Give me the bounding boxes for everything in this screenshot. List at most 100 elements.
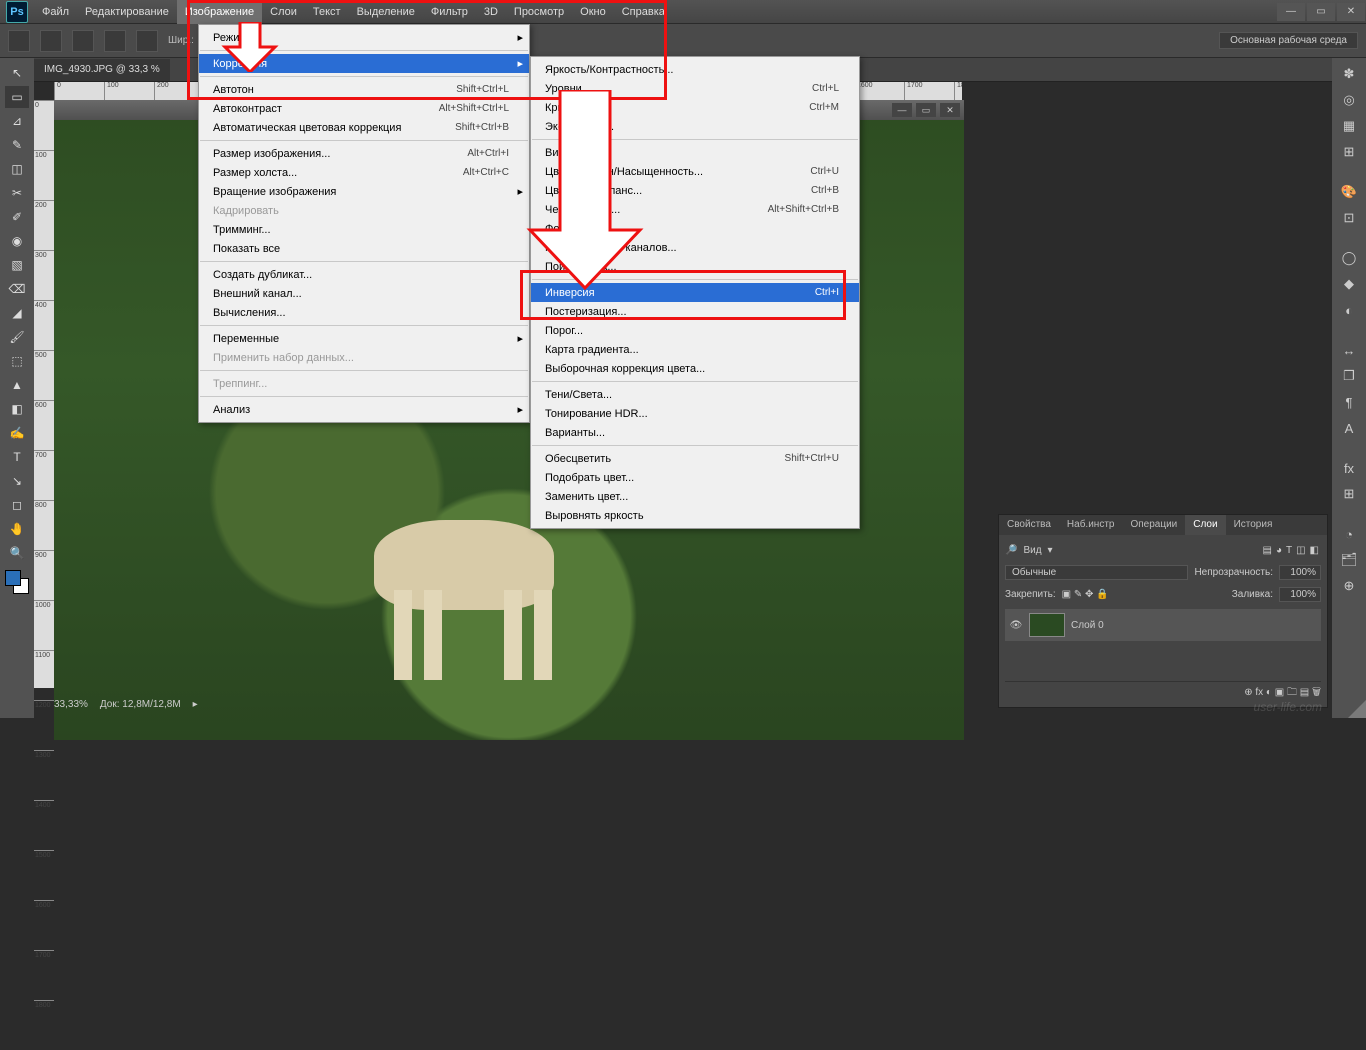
menu-item[interactable]: Цветовой тон/Насыщенность...Ctrl+U [531, 162, 859, 181]
opacity-input[interactable]: 100% [1279, 565, 1321, 580]
menu-выделение[interactable]: Выделение [349, 0, 423, 24]
workspace-switcher[interactable]: Основная рабочая среда [1219, 32, 1358, 49]
filter-icon[interactable]: ▤ [1262, 545, 1271, 556]
opt-icon[interactable] [40, 30, 62, 52]
layer-row[interactable]: 👁 Слой 0 [1005, 609, 1321, 641]
panel-icon[interactable]: ✽ [1339, 64, 1359, 84]
panel-icon[interactable]: ▦ [1339, 116, 1359, 136]
menu-item[interactable]: Тримминг... [199, 220, 529, 239]
doc-close-button[interactable]: ✕ [940, 103, 960, 117]
opt-icon[interactable] [72, 30, 94, 52]
minimize-button[interactable]: — [1277, 3, 1305, 21]
menu-item[interactable]: Кривые...Ctrl+M [531, 98, 859, 117]
menu-item[interactable]: Цветовой баланс...Ctrl+B [531, 181, 859, 200]
menu-item[interactable]: Вращение изображения▸ [199, 182, 529, 201]
menu-файл[interactable]: Файл [34, 0, 77, 24]
menu-item[interactable]: Вибрация... [531, 143, 859, 162]
menu-слои[interactable]: Слои [262, 0, 305, 24]
menu-item[interactable]: Выровнять яркость [531, 506, 859, 525]
menu-item[interactable]: Показать все [199, 239, 529, 258]
menu-item[interactable]: Черно-белое...Alt+Shift+Ctrl+B [531, 200, 859, 219]
tool-button[interactable]: ✂ [5, 182, 29, 204]
menu-item[interactable]: Порог... [531, 321, 859, 340]
menu-item[interactable]: ОбесцветитьShift+Ctrl+U [531, 449, 859, 468]
panel-tab[interactable]: История [1226, 515, 1281, 535]
panel-icon[interactable]: ❐ [1339, 366, 1359, 386]
panel-icon[interactable]: ⊞ [1339, 484, 1359, 504]
panel-icon[interactable]: ⊕ [1339, 576, 1359, 596]
maximize-button[interactable]: ▭ [1307, 3, 1335, 21]
menu-item[interactable]: Уровни...Ctrl+L [531, 79, 859, 98]
color-swatch[interactable] [5, 570, 29, 594]
menu-item[interactable]: Тени/Света... [531, 385, 859, 404]
panel-tab[interactable]: Слои [1185, 515, 1225, 535]
doc-minimize-button[interactable]: — [892, 103, 912, 117]
menu-item[interactable]: Размер изображения...Alt+Ctrl+I [199, 144, 529, 163]
menu-изображение[interactable]: Изображение [177, 0, 262, 24]
blend-mode-select[interactable]: Обычные [1005, 565, 1188, 580]
menu-3d[interactable]: 3D [476, 0, 506, 24]
tool-button[interactable]: 🔍 [5, 542, 29, 564]
zoom-level[interactable]: 33,33% [54, 699, 88, 710]
panel-icon[interactable]: fx [1339, 458, 1359, 478]
panel-icon[interactable]: ⊡ [1339, 208, 1359, 228]
panel-icon[interactable]: 🎨 [1339, 182, 1359, 202]
tool-button[interactable]: ◻ [5, 494, 29, 516]
menu-item[interactable]: Переменные▸ [199, 329, 529, 348]
tool-button[interactable]: ◧ [5, 398, 29, 420]
kind-filter[interactable]: Вид [1023, 545, 1041, 556]
layer-thumbnail[interactable] [1029, 613, 1065, 637]
tool-button[interactable]: ↖ [5, 62, 29, 84]
tool-button[interactable]: ▲ [5, 374, 29, 396]
menu-item[interactable]: Размер холста...Alt+Ctrl+C [199, 163, 529, 182]
menu-item[interactable]: Подобрать цвет... [531, 468, 859, 487]
menu-item[interactable]: Фотофильтр... [531, 219, 859, 238]
menu-item[interactable]: Режим▸ [199, 28, 529, 47]
tool-button[interactable]: T [5, 446, 29, 468]
panel-icon[interactable]: ◯ [1339, 248, 1359, 268]
menu-текст[interactable]: Текст [305, 0, 349, 24]
tool-button[interactable]: ↘ [5, 470, 29, 492]
lock-icons[interactable]: ▣ ✎ ✥ 🔒 [1062, 589, 1109, 600]
tool-button[interactable]: ⬚ [5, 350, 29, 372]
tool-button[interactable]: ◉ [5, 230, 29, 252]
opt-icon[interactable] [136, 30, 158, 52]
menu-item[interactable]: ИнверсияCtrl+I [531, 283, 859, 302]
menu-item[interactable]: Автоматическая цветовая коррекцияShift+C… [199, 118, 529, 137]
visibility-icon[interactable]: 👁 [1009, 620, 1023, 631]
panel-icon[interactable]: ◐ [1339, 300, 1359, 320]
doc-maximize-button[interactable]: ▭ [916, 103, 936, 117]
tool-button[interactable]: ⌫ [5, 278, 29, 300]
panel-icon[interactable]: ◔ [1339, 524, 1359, 544]
menu-item[interactable]: Микширование каналов... [531, 238, 859, 257]
menu-item[interactable]: Внешний канал... [199, 284, 529, 303]
layer-name[interactable]: Слой 0 [1071, 620, 1104, 631]
close-button[interactable]: ✕ [1337, 3, 1365, 21]
tool-button[interactable]: ✐ [5, 206, 29, 228]
menu-item[interactable]: АвтоконтрастAlt+Shift+Ctrl+L [199, 99, 529, 118]
menu-item[interactable]: Постеризация... [531, 302, 859, 321]
menu-просмотр[interactable]: Просмотр [506, 0, 572, 24]
panel-icon[interactable]: ◎ [1339, 90, 1359, 110]
menu-item[interactable]: Анализ▸ [199, 400, 529, 419]
menu-item[interactable]: Заменить цвет... [531, 487, 859, 506]
panel-icon[interactable]: ↔ [1339, 340, 1359, 360]
menu-item[interactable]: Карта градиента... [531, 340, 859, 359]
tool-button[interactable]: ⊿ [5, 110, 29, 132]
tool-button[interactable]: ✎ [5, 134, 29, 156]
menu-item[interactable]: Яркость/Контрастность... [531, 60, 859, 79]
menu-справка[interactable]: Справка [614, 0, 673, 24]
menu-item[interactable]: Коррекция▸ [199, 54, 529, 73]
panel-tab[interactable]: Свойства [999, 515, 1059, 535]
document-tab[interactable]: IMG_4930.JPG @ 33,3 % [34, 59, 170, 81]
menu-item[interactable]: Варианты... [531, 423, 859, 442]
menu-item[interactable]: Экспозиция... [531, 117, 859, 136]
panel-icon[interactable]: ◆ [1339, 274, 1359, 294]
opt-icon[interactable] [104, 30, 126, 52]
menu-item[interactable]: Выборочная коррекция цвета... [531, 359, 859, 378]
menu-item[interactable]: АвтотонShift+Ctrl+L [199, 80, 529, 99]
panel-icon[interactable]: 🗂 [1339, 550, 1359, 570]
fill-input[interactable]: 100% [1279, 587, 1321, 602]
tool-preset-icon[interactable] [8, 30, 30, 52]
tool-button[interactable]: 🤚 [5, 518, 29, 540]
